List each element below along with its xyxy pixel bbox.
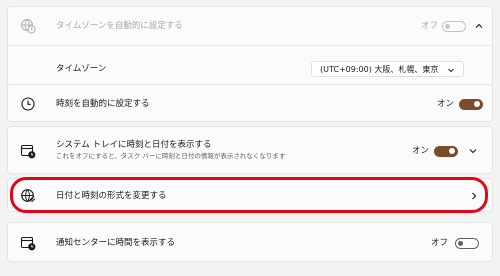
chevron-down-icon[interactable]	[468, 146, 478, 156]
chevron-down-icon	[448, 68, 454, 73]
auto-time-card[interactable]: 時刻を自動的に設定する オン	[7, 84, 493, 122]
notification-center-time-state: オフ	[431, 238, 449, 248]
chevron-up-icon[interactable]	[474, 21, 484, 31]
highlight-outline	[10, 177, 488, 213]
auto-timezone-state: オフ	[421, 21, 439, 31]
auto-time-state: オン	[437, 99, 455, 109]
auto-timezone-row[interactable]: タイムゾーンを自動的に設定する オフ	[8, 7, 492, 45]
auto-time-toggle[interactable]	[459, 98, 483, 110]
systray-time-state: オン	[412, 146, 430, 156]
auto-timezone-label: タイムゾーンを自動的に設定する	[56, 21, 183, 31]
calendar-clock-icon	[20, 236, 36, 251]
auto-timezone-toggle[interactable]	[442, 20, 466, 32]
timezone-settings-card: タイムゾーンを自動的に設定する オフ タイムゾーン (UTC+09:00) 大阪…	[7, 6, 493, 89]
notification-center-time-card[interactable]: 通知センターに時間を表示する オフ	[7, 222, 493, 262]
systray-time-toggle[interactable]	[434, 145, 458, 157]
systray-time-label: システム トレイに時刻と日付を表示する	[56, 140, 212, 150]
systray-time-card[interactable]: システム トレイに時刻と日付を表示する これをオフにすると、タスク バーに時刻と…	[7, 126, 493, 174]
clock-icon	[21, 97, 35, 111]
calendar-clock-icon	[20, 144, 36, 159]
systray-time-description: これをオフにすると、タスク バーに時刻と日付の情報が表示されなくなります	[56, 152, 286, 160]
notification-center-time-toggle[interactable]	[455, 237, 479, 249]
auto-time-label: 時刻を自動的に設定する	[56, 99, 150, 109]
globe-clock-icon	[21, 19, 36, 34]
timezone-select-value: (UTC+09:00) 大阪、札幌、東京	[320, 65, 439, 74]
timezone-select[interactable]: (UTC+09:00) 大阪、札幌、東京	[311, 61, 464, 77]
notification-center-time-label: 通知センターに時間を表示する	[56, 238, 176, 248]
timezone-label: タイムゾーン	[56, 64, 107, 74]
